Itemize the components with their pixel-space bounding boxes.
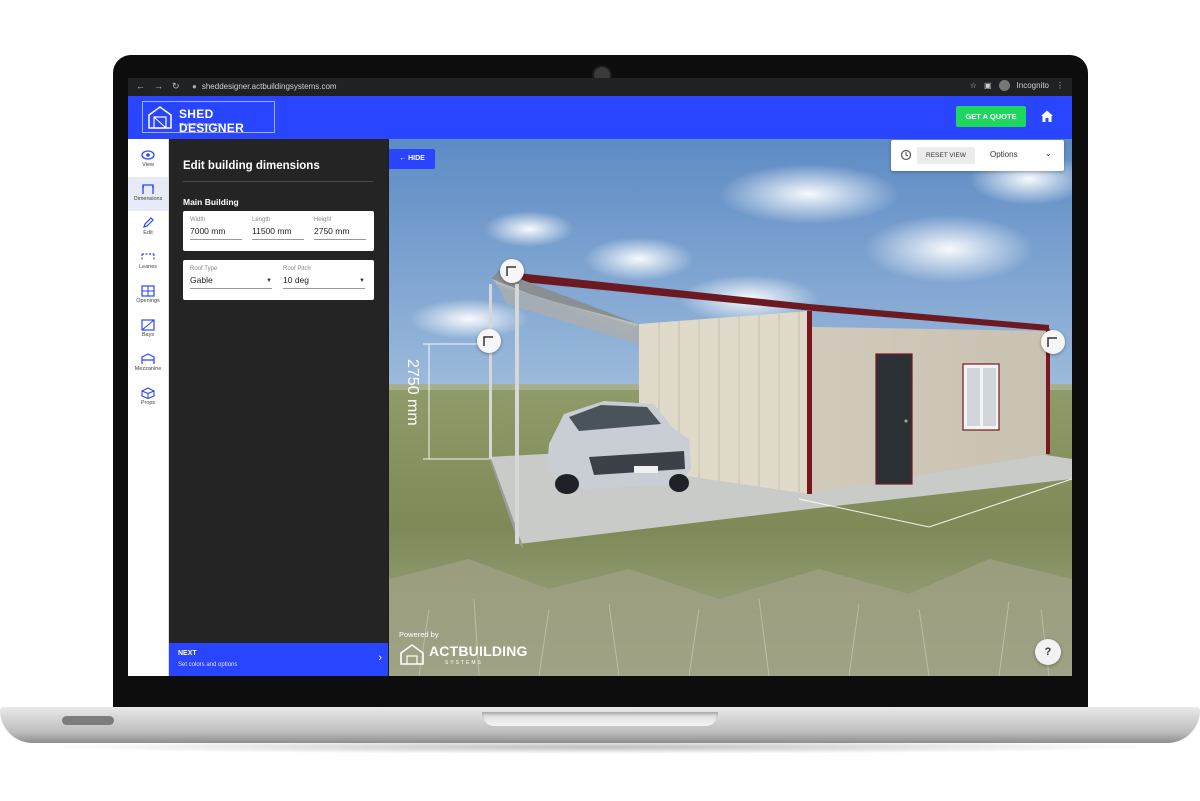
height-input[interactable]: 2750 mm	[314, 226, 366, 240]
powered-by-label: Powered by	[399, 630, 439, 639]
next-subtitle: Set colors and options	[178, 662, 238, 668]
tool-view[interactable]: View	[128, 143, 168, 177]
mezzanine-icon	[141, 353, 155, 364]
reload-icon[interactable]: ↻	[172, 81, 180, 92]
back-arrow-icon[interactable]: ←	[136, 81, 145, 91]
section-label: Main Building	[183, 197, 239, 207]
height-dimension-label: 2750 mm	[404, 359, 421, 426]
reset-view-button[interactable]: RESET VIEW	[917, 147, 975, 164]
shed-3d-scene	[389, 139, 1072, 676]
tool-props[interactable]: Props	[128, 381, 168, 415]
tool-label: Edit	[143, 230, 153, 236]
tool-label: Mezzanine	[134, 366, 162, 372]
address-bar[interactable]: ● sheddesigner.actbuildingsystems.com	[192, 81, 952, 93]
pencil-icon	[143, 217, 154, 228]
roof-pitch-select[interactable]: 10 deg	[283, 275, 365, 289]
lean-to-icon	[141, 253, 155, 261]
tool-label: Props	[140, 400, 156, 406]
logo-title: SHED DESIGNER	[179, 107, 245, 135]
chevron-down-icon[interactable]: ⌄	[1045, 149, 1052, 158]
profile-label[interactable]: Incognito	[1017, 81, 1049, 90]
home-icon[interactable]	[1040, 109, 1054, 123]
roof-type-select[interactable]: Gable	[190, 275, 272, 289]
corner-handle-icon	[483, 336, 493, 346]
height-field[interactable]: Height 2750 mm	[314, 217, 366, 240]
url-text: sheddesigner.actbuildingsystems.com	[201, 82, 337, 91]
cube-icon	[141, 387, 155, 399]
tool-label: View	[142, 162, 154, 168]
shed-logo-icon	[148, 106, 172, 129]
roof-type-field[interactable]: Roof Type Gable ▼	[190, 266, 272, 289]
resize-handle[interactable]	[477, 329, 501, 353]
laptop-notch	[482, 712, 718, 726]
act-brand-sub: SYSTEMS	[445, 660, 483, 666]
length-input[interactable]: 11500 mm	[252, 226, 304, 240]
star-icon[interactable]: ☆	[970, 81, 977, 90]
tool-label: Openings	[136, 298, 160, 304]
laptop-side-slot	[62, 716, 114, 725]
field-label: Roof Pitch	[283, 266, 311, 272]
dropdown-caret-icon: ▼	[359, 278, 365, 284]
field-label: Width	[190, 217, 206, 223]
tool-dimensions[interactable]: Dimensions	[128, 177, 168, 211]
logo-tagline: Sheds Built Your Way	[179, 122, 223, 127]
width-input[interactable]: 7000 mm	[190, 226, 242, 240]
tool-openings[interactable]: Openings	[128, 279, 168, 313]
roof-card: Roof Type Gable ▼ Roof Pitch 10 deg ▼	[183, 260, 374, 300]
divider	[183, 181, 373, 182]
sidebar-toggle-icon[interactable]: ▣	[984, 81, 992, 90]
tool-sidebar: View Dimensions Edit Leanes Openings Bay…	[128, 139, 169, 676]
corner-handle-icon	[1047, 337, 1057, 347]
width-field[interactable]: Width 7000 mm	[190, 217, 242, 240]
corner-handle-icon	[506, 266, 516, 276]
field-label: Roof Type	[190, 266, 218, 272]
next-title: NEXT	[178, 650, 197, 657]
act-logo-icon	[400, 644, 424, 665]
browser-menu-icon[interactable]: ⋮	[1056, 81, 1064, 90]
tool-label: Dimensions	[133, 196, 163, 202]
dimensions-card: Width 7000 mm Length 11500 mm Height 275…	[183, 211, 374, 251]
laptop-screen: ← → ↻ ● sheddesigner.actbuildingsystems.c…	[128, 78, 1072, 676]
bays-icon	[141, 319, 155, 331]
arrow-left-icon: ←	[399, 155, 409, 162]
roof-pitch-field[interactable]: Roof Pitch 10 deg ▼	[283, 266, 365, 289]
tool-leanes[interactable]: Leanes	[128, 245, 168, 279]
options-dropdown[interactable]: Options	[990, 150, 1018, 159]
tool-label: Leanes	[138, 264, 158, 270]
3d-viewport[interactable]: 2750 mm ← HIDE RESET VIEW Options ⌄ Powe…	[389, 139, 1072, 676]
browser-toolbar: ← → ↻ ● sheddesigner.actbuildingsystems.c…	[128, 78, 1072, 96]
app-header: SHED DESIGNER Sheds Built Your Way GET A…	[128, 96, 1072, 139]
act-brand-name: ACTBUILDING	[429, 643, 528, 659]
tool-edit[interactable]: Edit	[128, 211, 168, 245]
resize-handle[interactable]	[1041, 330, 1065, 354]
get-a-quote-button[interactable]: GET A QUOTE	[956, 106, 1026, 127]
tool-mezzanine[interactable]: Mezzanine	[128, 347, 168, 381]
hide-panel-button[interactable]: ← HIDE	[389, 149, 435, 169]
lock-icon: ●	[192, 82, 197, 91]
field-label: Height	[314, 217, 332, 223]
eye-icon	[141, 150, 155, 160]
openings-icon	[141, 285, 155, 297]
next-step-button[interactable]: NEXT Set colors and options ›	[169, 643, 388, 676]
length-field[interactable]: Length 11500 mm	[252, 217, 304, 240]
dimensions-icon	[142, 184, 154, 194]
tool-bays[interactable]: Bays	[128, 313, 168, 347]
incognito-icon	[998, 80, 1010, 91]
help-button[interactable]: ?	[1035, 639, 1061, 665]
field-label: Length	[252, 217, 271, 223]
panel-title: Edit building dimensions	[183, 160, 320, 172]
dropdown-caret-icon: ▼	[266, 278, 272, 284]
chevron-right-icon: ›	[378, 652, 382, 664]
history-icon[interactable]	[900, 149, 912, 161]
shed-designer-logo[interactable]: SHED DESIGNER Sheds Built Your Way	[142, 101, 275, 135]
view-controls: RESET VIEW Options ⌄	[891, 140, 1064, 171]
forward-arrow-icon[interactable]: →	[154, 81, 163, 91]
resize-handle[interactable]	[500, 259, 524, 283]
edit-panel: Edit building dimensions Main Building W…	[169, 139, 388, 676]
tool-label: Bays	[141, 332, 155, 338]
hide-label: HIDE	[408, 155, 425, 162]
